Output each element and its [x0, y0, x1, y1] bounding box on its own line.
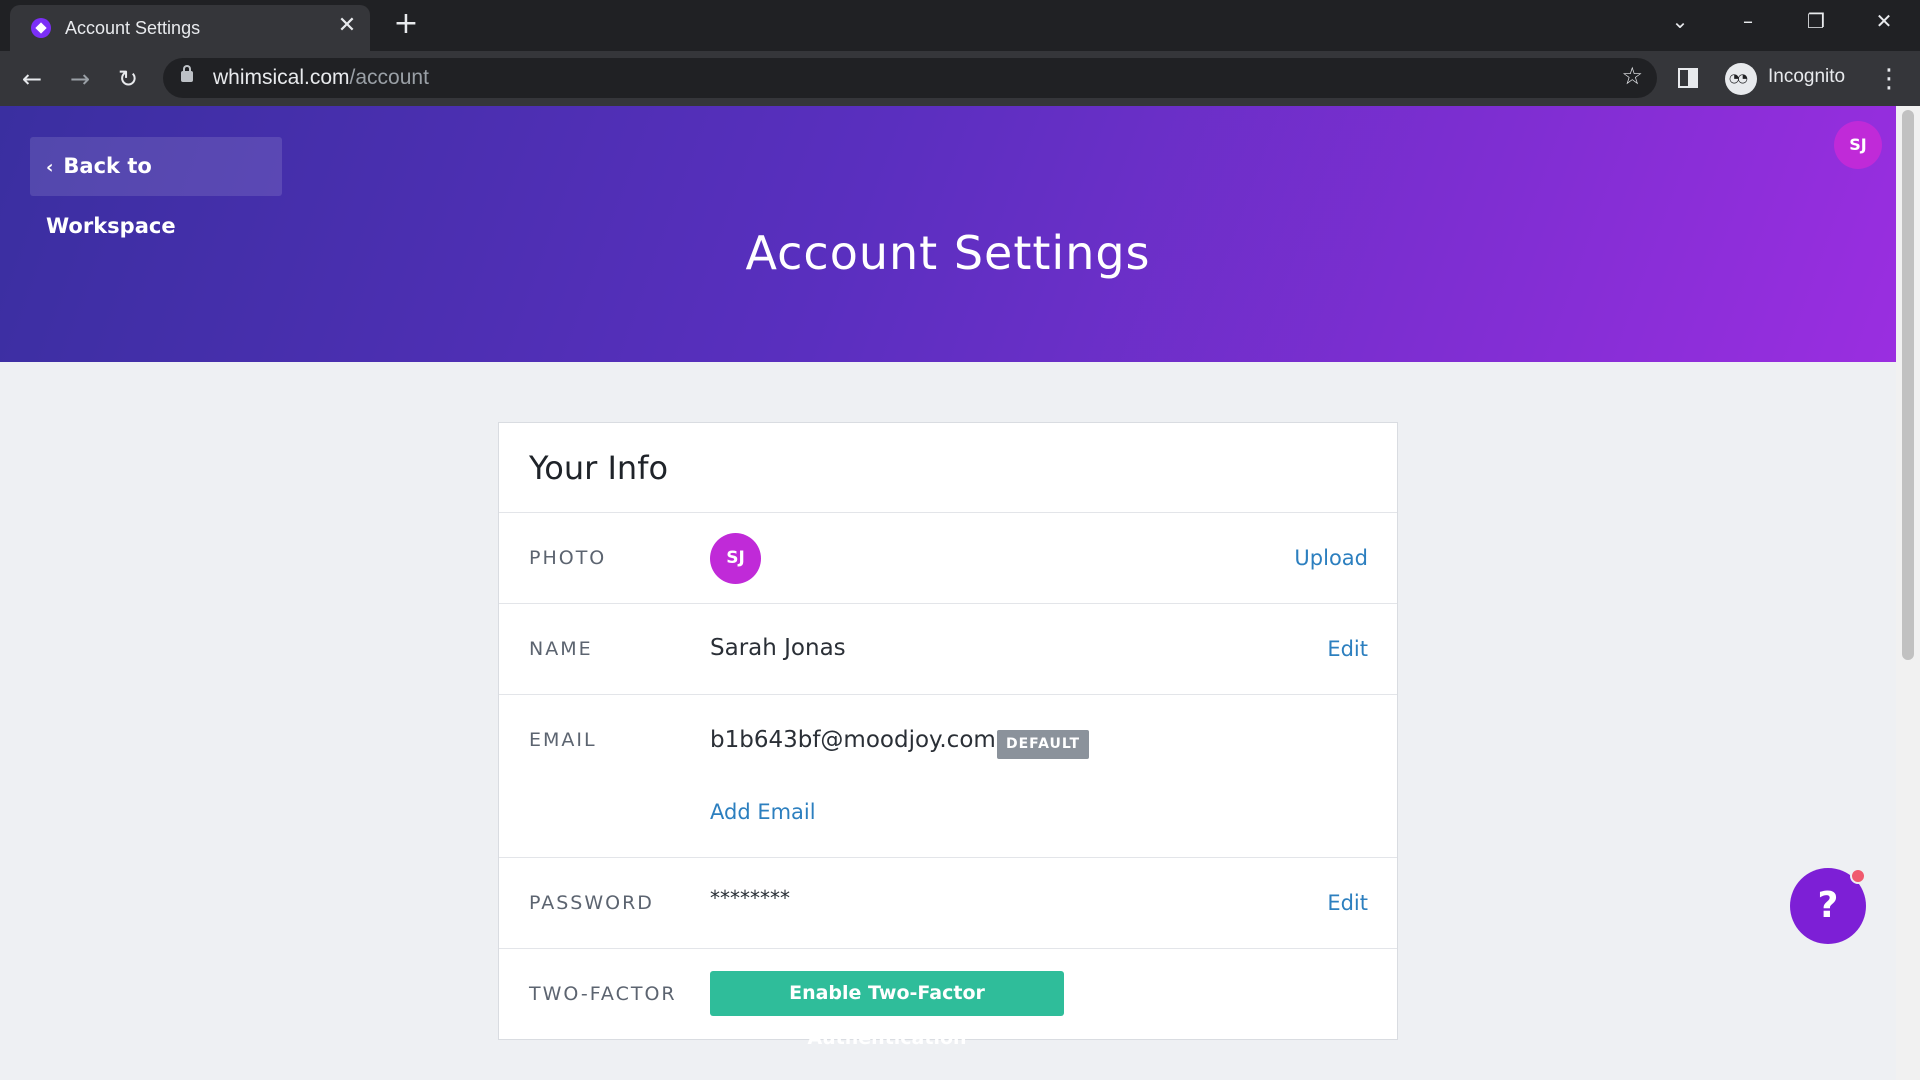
browser-tab[interactable]: Account Settings ✕ [10, 5, 370, 51]
two-factor-label: TWO-FACTOR [529, 983, 677, 1005]
scrollbar-thumb[interactable] [1902, 110, 1914, 660]
add-email-link[interactable]: Add Email [710, 800, 816, 824]
incognito-label[interactable]: Incognito [1768, 66, 1845, 88]
bookmark-star-icon[interactable]: ☆ [1621, 62, 1643, 90]
name-value: Sarah Jonas [710, 635, 846, 661]
photo-label: PHOTO [529, 547, 607, 569]
edit-password-link[interactable]: Edit [1327, 891, 1368, 915]
name-label: NAME [529, 638, 593, 660]
back-to-workspace-button[interactable]: ‹ Back to Workspace [30, 137, 282, 238]
upload-photo-link[interactable]: Upload [1294, 546, 1368, 570]
lock-icon [181, 65, 193, 82]
close-window-icon[interactable]: ✕ [1866, 6, 1902, 36]
url-domain: whimsical.com [213, 66, 350, 89]
email-label: EMAIL [529, 729, 597, 751]
incognito-icon[interactable] [1725, 63, 1757, 95]
page-title: Account Settings [745, 226, 1151, 280]
two-factor-row: TWO-FACTOR Enable Two-Factor Authenticat… [499, 948, 1397, 1049]
header-banner: ‹ Back to Workspace SJ Account Settings [0, 106, 1896, 362]
browser-menu-icon[interactable]: ⋮ [1876, 61, 1902, 97]
back-arrow-icon[interactable]: ← [14, 61, 50, 97]
photo-avatar: SJ [710, 533, 761, 584]
default-badge: DEFAULT [997, 730, 1090, 759]
chevron-left-icon: ‹ [46, 157, 54, 178]
new-tab-icon[interactable]: + [390, 8, 422, 40]
close-tab-icon[interactable]: ✕ [334, 13, 360, 39]
user-avatar[interactable]: SJ [1834, 121, 1882, 169]
your-info-card: Your Info PHOTO SJ Upload NAME Sarah Jon… [498, 422, 1398, 1049]
password-value: ******** [710, 886, 790, 910]
card-title: Your Info [529, 449, 669, 487]
address-bar[interactable]: whimsical.com/account ☆ [163, 58, 1657, 98]
whimsical-favicon-icon [31, 18, 51, 38]
password-row: PASSWORD ******** Edit [499, 857, 1397, 948]
tab-title: Account Settings [65, 18, 201, 38]
enable-two-factor-button[interactable]: Enable Two-Factor Authentication [710, 971, 1064, 1049]
email-row: EMAIL b1b643bf@moodjoy.com DEFAULT Add E… [499, 694, 1397, 857]
reload-icon[interactable]: ↻ [110, 61, 146, 97]
edit-name-link[interactable]: Edit [1327, 637, 1368, 661]
password-label: PASSWORD [529, 892, 654, 914]
url-path: /account [349, 66, 429, 89]
url-text[interactable]: whimsical.com/account [213, 66, 429, 90]
page-content: ‹ Back to Workspace SJ Account Settings Y… [0, 106, 1920, 1080]
side-panel-icon[interactable] [1678, 68, 1698, 88]
forward-arrow-icon[interactable]: → [62, 61, 98, 97]
page-scrollbar[interactable] [1896, 106, 1920, 1080]
restore-icon[interactable]: ❐ [1798, 6, 1834, 36]
tab-search-icon[interactable]: ⌄ [1662, 6, 1698, 36]
photo-row: PHOTO SJ Upload [499, 512, 1397, 603]
browser-tabstrip: Account Settings ✕ + ⌄ – ❐ ✕ [0, 0, 1920, 51]
minimize-icon[interactable]: – [1730, 6, 1766, 36]
notification-dot [1850, 868, 1866, 884]
name-row: NAME Sarah Jonas Edit [499, 603, 1397, 694]
email-value: b1b643bf@moodjoy.com [710, 727, 996, 753]
browser-toolbar: ← → ↻ whimsical.com/account ☆ Incognito … [0, 51, 1920, 106]
